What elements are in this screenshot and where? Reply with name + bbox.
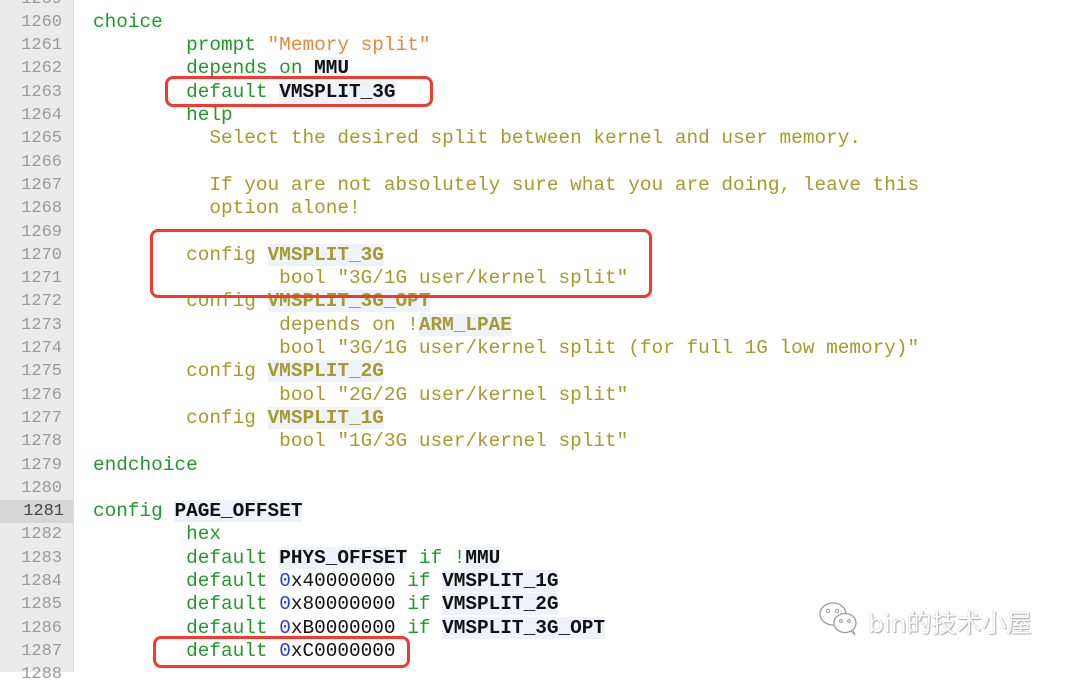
code-line[interactable]: config VMSPLIT_1G [93, 406, 384, 430]
token-help: bool "2G/2G user/kernel split" [93, 383, 629, 406]
token-symbol: PHYS_OFFSET [279, 546, 408, 569]
token-kw: if [395, 570, 443, 592]
token-symbol: VMSPLIT_1G [267, 406, 384, 429]
token-symbol: VMSPLIT_2G [267, 360, 384, 383]
code-line[interactable]: depends on !ARM_LPAE [93, 313, 512, 337]
token-kw: config [93, 500, 175, 523]
line-number: 1264 [21, 106, 62, 125]
token-help: depends on ! [93, 313, 419, 336]
line-number: 1288 [21, 665, 62, 685]
line-number: 1259 [0, 0, 71, 11]
token-kw: default [93, 593, 280, 616]
line-number: 1270 [21, 245, 62, 265]
line-number: 1271 [21, 269, 62, 289]
line-number: 1279 [21, 455, 62, 475]
code-line[interactable]: prompt "Memory split" [93, 34, 430, 57]
token-help: bool "3G/1G user/kernel split (for full … [93, 337, 920, 359]
line-number: 1260 [21, 12, 62, 32]
token-kw: hex [93, 523, 221, 546]
highlight-box-default-vmsplit [165, 76, 433, 107]
code-line[interactable]: default 0x40000000 if VMSPLIT_1G [93, 570, 559, 593]
token-help: config [93, 360, 268, 383]
line-number: 1284 [21, 572, 62, 591]
line-number: 1268 [21, 199, 62, 219]
code-line[interactable]: endchoice [93, 454, 198, 477]
line-number: 1281 [0, 500, 73, 524]
token-help: Select the desired split between kernel … [93, 127, 861, 150]
token-kw: default [93, 570, 280, 592]
token-symbol: VMSPLIT_2G [442, 593, 559, 616]
token-str: "Memory split" [267, 34, 431, 57]
line-number: 1283 [21, 548, 62, 568]
token-help: config [93, 406, 268, 429]
line-number-gutter: 12591260 1261 1262 1263 1264 1265 1266 1267 1268… [0, 0, 74, 684]
token-kw: prompt [93, 34, 268, 57]
code-editor[interactable]: 12591260 1261 1262 1263 1264 1265 1266 1267 1268… [0, 0, 1080, 684]
highlight-box-default-page-offset [153, 636, 410, 668]
line-number: 1273 [21, 315, 62, 335]
code-line[interactable]: config PAGE_OFFSET [93, 500, 303, 523]
line-number: 1265 [21, 129, 62, 149]
line-number: 1287 [21, 641, 62, 661]
code-line[interactable]: bool "3G/1G user/kernel split (for full … [93, 337, 919, 360]
code-line[interactable]: config VMSPLIT_2G [93, 360, 384, 383]
line-number: 1275 [21, 362, 62, 382]
token-kw: if ! [407, 546, 466, 569]
code-line[interactable]: If you are not absolutely sure what you … [93, 174, 919, 197]
line-number: 1278 [21, 432, 62, 452]
token-help: option alone! [93, 197, 361, 220]
code-line[interactable]: help [93, 104, 233, 127]
line-number: 1274 [21, 339, 62, 358]
token-help: If you are not absolutely sure what you … [93, 173, 920, 196]
line-number: 1280 [21, 478, 62, 498]
code-line[interactable]: bool "1G/3G user/kernel split" [93, 430, 628, 453]
watermark-text: bin的技术小屋 [868, 609, 1032, 638]
token-kw: endchoice [93, 453, 198, 476]
token-num0: 0 [279, 593, 291, 616]
wechat-icon [818, 601, 860, 643]
line-number: 1269 [21, 222, 62, 242]
code-line[interactable]: Select the desired split between kernel … [93, 127, 861, 150]
line-number: 1282 [21, 525, 62, 545]
token-symbol: MMU [465, 546, 501, 569]
line-number: 1277 [21, 408, 62, 428]
line-number: 1272 [21, 292, 62, 312]
token-symbol: VMSPLIT_3G_OPT [442, 616, 606, 639]
token-symbol: ARM_LPAE [418, 313, 512, 336]
code-line[interactable]: default 0x80000000 if VMSPLIT_2G [93, 593, 559, 616]
line-number: 1286 [21, 618, 62, 638]
token-help: bool "1G/3G user/kernel split" [93, 430, 629, 453]
watermark: bin的技术小屋 [818, 600, 1032, 644]
line-number: 1276 [21, 385, 62, 405]
highlight-box-config-vmsplit-3g [150, 229, 652, 298]
token-symbol: VMSPLIT_1G [442, 570, 559, 592]
token-plain: x40000000 [290, 570, 396, 592]
line-number: 1263 [21, 82, 62, 102]
token-kw: help [93, 104, 233, 126]
code-line[interactable]: bool "2G/2G user/kernel split" [93, 384, 628, 407]
token-num0: 0 [279, 570, 291, 592]
line-number: 1262 [21, 59, 62, 79]
code-line[interactable]: option alone! [93, 197, 361, 220]
token-symbol: PAGE_OFFSET [174, 500, 303, 523]
code-line[interactable]: choice [93, 11, 163, 34]
line-number: 1266 [21, 152, 62, 172]
token-kw: default [93, 546, 280, 569]
code-line[interactable]: default PHYS_OFFSET if !MMU [93, 546, 501, 570]
token-kw: choice [93, 10, 163, 33]
line-number: 1261 [21, 36, 62, 56]
token-plain: x80000000 [290, 593, 396, 616]
token-kw: if [395, 593, 443, 616]
code-line[interactable]: hex [93, 523, 221, 546]
line-number: 1267 [21, 175, 62, 195]
line-number: 1285 [21, 595, 62, 615]
